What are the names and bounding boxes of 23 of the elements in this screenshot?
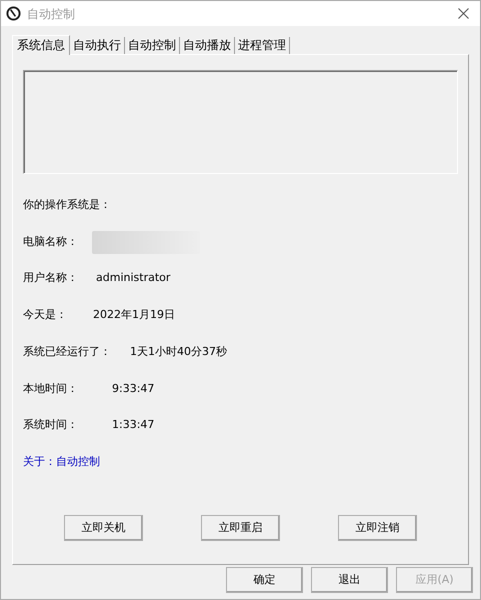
app-icon [6,6,21,21]
action-button[interactable]: 立即注销 [338,515,417,541]
info-value: 9:33:47 [112,380,154,397]
action-button[interactable]: 立即重启 [201,515,280,541]
about-link[interactable]: 关于：自动控制 [23,454,100,470]
info-value: administrator [96,270,170,286]
info-label: 你的操作系统是： [23,197,111,214]
tab[interactable]: 系统信息 [12,35,70,55]
info-label: 系统已经运行了： [23,344,111,360]
info-label: 今天是： [23,307,67,324]
info-value: 1:33:47 [112,417,154,434]
close-icon[interactable] [458,8,469,19]
dialog-button[interactable]: 确定 [226,567,303,593]
tab[interactable]: 进程管理 [235,37,290,54]
info-label: 本地时间： [23,380,78,397]
info-label: 系统时间： [23,417,78,434]
action-button[interactable]: 立即关机 [64,515,143,541]
info-value: 1天1小时40分37秒 [130,344,227,360]
info-value: 2022年1月19日 [93,307,175,324]
info-label: 用户名称： [23,270,78,286]
info-label: 电脑名称： [23,234,78,250]
window-title: 自动控制 [27,6,75,22]
dialog-button[interactable]: 退出 [311,567,388,593]
